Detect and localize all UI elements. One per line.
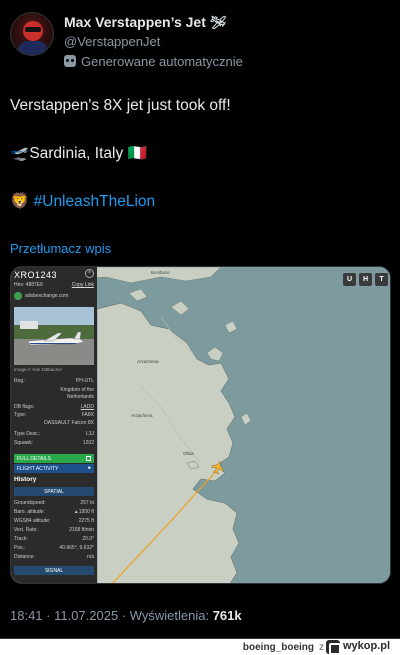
wykop-logo: wykop.pl xyxy=(326,640,396,655)
takeoff-icon: 🛫 xyxy=(10,145,30,162)
vert-rate-row: Vert. Rate: 2168 ft/min xyxy=(14,527,94,533)
adsb-site-text: adsbexchange.com xyxy=(25,293,69,299)
automated-text: Generowane automatycznie xyxy=(81,54,243,69)
bot-icon xyxy=(64,55,76,67)
dbflags-row: DB flags: LADD xyxy=(14,404,94,410)
tweet-line-1: Verstappen's 8X jet just took off! xyxy=(10,97,231,114)
expand-arrow-icon: ▸ xyxy=(88,465,91,471)
tweet-line-2: 🛫Sardinia, Italy 🇮🇹 xyxy=(10,144,147,164)
tweet-meta: 18:41 · 11.07.2025 · Wyświetlenia: 761k xyxy=(10,608,242,623)
author-handle[interactable]: @VerstappenJet xyxy=(64,34,160,49)
location-text: Sardinia, Italy xyxy=(29,145,124,162)
translate-link[interactable]: Przetłumacz wpis xyxy=(10,241,111,256)
baro-altitude-row: Baro. altitude: ▲1950 ft xyxy=(14,509,94,515)
type-full-row: DASSAULT Falcon 8X xyxy=(44,420,94,426)
map-label-arzachena-2: Arzachena xyxy=(131,413,153,418)
aircraft-photo[interactable] xyxy=(14,307,94,365)
author-name-text: Max Verstappen’s Jet xyxy=(64,14,206,30)
timestamp[interactable]: 18:41 · 11.07.2025 · Wyświetlenia: xyxy=(10,608,213,623)
distance-row: Distance: n/a xyxy=(14,554,94,560)
callsign: XRO1243 xyxy=(14,270,58,280)
photo-credit: Image © Kari Dittbacher xyxy=(14,367,63,372)
wykop-logo-icon xyxy=(326,640,341,655)
plane-icon: 🛩 xyxy=(209,15,227,30)
author-name[interactable]: Max Verstappen’s Jet 🛩 xyxy=(64,14,226,31)
view-count: 761k xyxy=(212,608,242,623)
map-toggle-t[interactable]: T xyxy=(375,273,388,286)
watermark-bar: boeing_boeing z wykop.pl xyxy=(0,639,400,655)
spatial-section[interactable]: SPATIAL xyxy=(14,487,94,496)
reg-row: Reg.: PH-UTL xyxy=(14,378,94,384)
position-row: Pos.: 40.965°, 9.632° xyxy=(14,545,94,551)
map-label-olbia: Olbia xyxy=(183,451,194,456)
watermark-user: boeing_boeing xyxy=(242,642,314,653)
adsb-source[interactable]: adsbexchange.com xyxy=(14,291,94,301)
avatar[interactable] xyxy=(10,12,54,56)
adsb-logo-icon xyxy=(14,292,22,300)
typedesc-row: Type Desc.: L3J xyxy=(14,431,94,437)
hashtag-link[interactable]: #UnleashTheLion xyxy=(34,193,156,210)
tweet-line-3: 🦁 #UnleashTheLion xyxy=(10,192,155,212)
media-screenshot[interactable]: Bonifacio Arzachena Arzachena Olbia U H … xyxy=(10,266,391,584)
signal-section[interactable]: SIGNAL xyxy=(14,566,94,575)
wgs-altitude-row: WGS84 altitude: 2275 ft xyxy=(14,518,94,524)
aircraft-info-panel: XRO1243 × Hex: 4887E6 Copy Link adsbexch… xyxy=(11,267,97,583)
tweet-header: Max Verstappen’s Jet 🛩 @VerstappenJet Gen… xyxy=(10,8,390,69)
flight-activity-button[interactable]: FLIGHT ACTIVITY ▸ xyxy=(14,464,94,473)
automated-label[interactable]: Generowane automatycznie xyxy=(64,54,243,69)
squawk-row: Squawk: 1202 xyxy=(14,440,94,446)
country: Kingdom of the Netherlands xyxy=(60,387,94,400)
track-row: Track: 20.0° xyxy=(14,536,94,542)
lion-icon: 🦁 xyxy=(10,193,30,210)
map-toggle-u[interactable]: U xyxy=(343,273,356,286)
map-label-north: Bonifacio xyxy=(151,270,170,275)
hex-code: Hex: 4887E6 xyxy=(14,282,43,288)
full-details-button[interactable]: FULL DETAILS xyxy=(14,454,94,463)
map-toggle-h[interactable]: H xyxy=(359,273,372,286)
map-label-arzachena: Arzachena xyxy=(137,359,159,364)
history-heading: History xyxy=(14,476,37,483)
groundspeed-row: Groundspeed: 257 kt xyxy=(14,500,94,506)
type-row: Type: FA8X xyxy=(14,412,94,418)
ladd-link[interactable]: LADD xyxy=(81,404,94,410)
wykop-brand-text: wykop.pl xyxy=(343,640,391,652)
copy-link-button[interactable]: Copy Link xyxy=(72,282,94,288)
watermark-z: z xyxy=(319,642,324,653)
italy-flag-icon: 🇮🇹 xyxy=(127,145,147,162)
close-icon[interactable]: × xyxy=(85,269,94,278)
external-link-icon xyxy=(86,455,91,461)
